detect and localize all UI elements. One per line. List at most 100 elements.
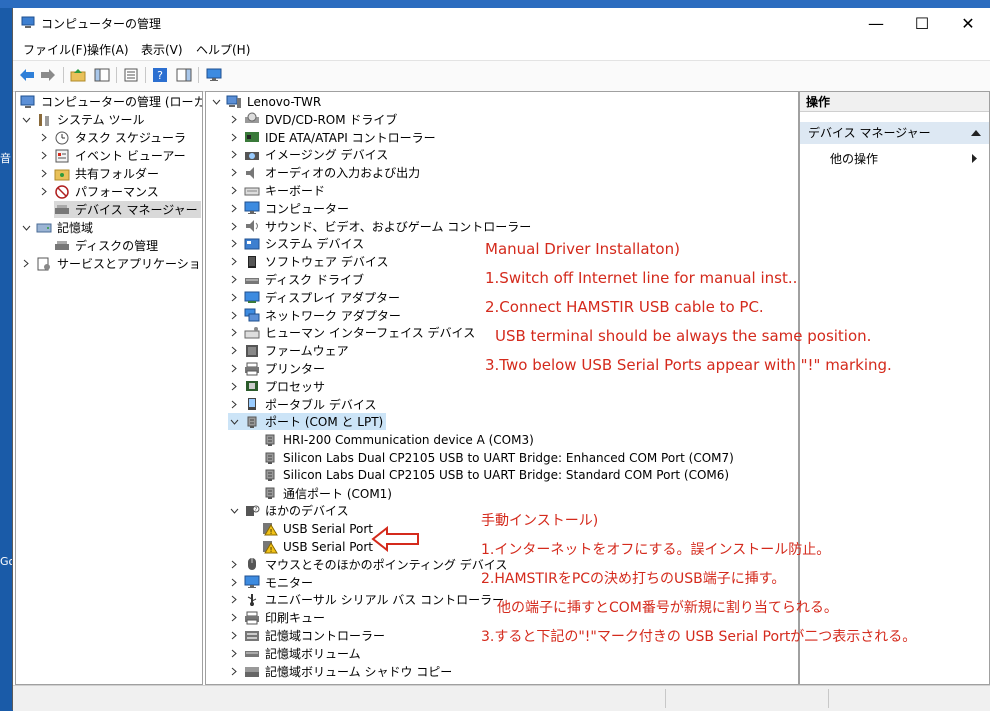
expand-chevron-icon[interactable] [228, 185, 240, 197]
device-tree-item[interactable]: イメージング デバイス [228, 146, 388, 163]
collapse-triangle-icon[interactable] [971, 130, 981, 136]
device-tree-item[interactable]: ! USB Serial Port [262, 538, 373, 555]
device-tree-item[interactable]: コンピューター [228, 200, 349, 217]
menu-action[interactable]: 操作(A) [87, 41, 129, 58]
menu-help[interactable]: ヘルプ(H) [196, 41, 250, 58]
expand-chevron-icon[interactable] [228, 291, 240, 303]
title-bar[interactable]: コンピューターの管理 — ☐ ✕ [13, 8, 990, 38]
device-tree-item[interactable]: ヒューマン インターフェイス デバイス [228, 324, 475, 341]
expand-chevron-icon[interactable] [228, 327, 240, 339]
device-tree-item[interactable]: DVD/CD-ROM ドライブ [228, 111, 397, 128]
expand-chevron-icon[interactable] [228, 363, 240, 375]
device-tree-item[interactable]: プロセッサ [228, 378, 325, 395]
submenu-arrow-icon[interactable] [972, 154, 977, 163]
expand-chevron-icon[interactable] [228, 647, 240, 659]
device-tree-item[interactable]: IDE ATA/ATAPI コントローラー [228, 129, 436, 146]
expand-chevron-icon[interactable] [38, 168, 50, 180]
device-tree-item[interactable]: 記憶域ボリューム シャドウ コピー [228, 663, 452, 680]
expand-chevron-icon[interactable] [228, 274, 240, 286]
device-tree-item[interactable]: 記憶域コントローラー [228, 627, 385, 644]
expand-chevron-icon[interactable] [228, 612, 240, 624]
action-pane-icon[interactable] [175, 66, 193, 84]
device-tree-item[interactable]: ! USB Serial Port [262, 520, 373, 537]
expand-chevron-icon[interactable] [228, 256, 240, 268]
help-icon[interactable]: ? [151, 66, 169, 84]
ide-controller-icon [245, 132, 259, 143]
device-tree-item[interactable]: 記憶域ボリューム [228, 645, 361, 662]
expand-chevron-icon[interactable] [38, 150, 50, 162]
tree-item-task-scheduler[interactable]: タスク スケジューラ [38, 129, 186, 146]
collapse-chevron-icon[interactable] [228, 505, 240, 517]
expand-chevron-icon[interactable] [38, 132, 50, 144]
expand-chevron-icon[interactable] [228, 238, 240, 250]
device-tree-item[interactable]: プリンター [228, 360, 325, 377]
maximize-button[interactable]: ☐ [899, 8, 945, 38]
collapse-chevron-icon[interactable] [20, 114, 32, 126]
tree-item-performance[interactable]: パフォーマンス [38, 183, 159, 200]
expand-chevron-icon[interactable] [228, 594, 240, 606]
expand-chevron-icon[interactable] [20, 258, 32, 270]
device-tree-label: 通信ポート (COM1) [283, 486, 392, 501]
device-tree-item[interactable]: ファームウェア [228, 342, 349, 359]
device-tree-item[interactable]: モニター [228, 574, 313, 591]
expand-chevron-icon[interactable] [228, 202, 240, 214]
expand-chevron-icon[interactable] [228, 665, 240, 677]
back-arrow-icon[interactable] [18, 66, 36, 84]
device-tree-item[interactable]: Silicon Labs Dual CP2105 USB to UART Bri… [262, 449, 734, 466]
collapse-chevron-icon[interactable] [228, 416, 240, 428]
monitor-icon[interactable] [205, 66, 223, 84]
device-tree-item[interactable]: HRI-200 Communication device A (COM3) [262, 431, 534, 448]
tree-item-computer-management[interactable]: コンピューターの管理 (ローカル) [20, 93, 202, 110]
tree-item-system-tools[interactable]: システム ツール [20, 111, 144, 128]
menu-file[interactable]: ファイル(F) [23, 41, 87, 58]
device-tree-item[interactable]: サウンド、ビデオ、およびゲーム コントローラー [228, 218, 531, 235]
show-hide-tree-icon[interactable] [93, 66, 111, 84]
device-tree-label: ネットワーク アダプター [265, 308, 401, 323]
device-tree-item[interactable]: ディスプレイ アダプター [228, 289, 400, 306]
expand-chevron-icon[interactable] [228, 220, 240, 232]
device-tree-item[interactable]: 印刷キュー [228, 609, 325, 626]
device-tree-item[interactable]: Lenovo-TWR [210, 93, 321, 110]
menu-view[interactable]: 表示(V) [141, 41, 183, 58]
tree-item-event-viewer[interactable]: イベント ビューアー [38, 147, 186, 164]
tree-item-storage[interactable]: 記憶域 [20, 219, 93, 236]
forward-arrow-icon[interactable] [39, 66, 57, 84]
close-button[interactable]: ✕ [945, 8, 990, 38]
expand-chevron-icon[interactable] [228, 380, 240, 392]
minimize-button[interactable]: — [853, 8, 899, 38]
tree-item-device-manager[interactable]: デバイス マネージャー [54, 201, 201, 218]
device-tree-item[interactable]: ディスク ドライブ [228, 271, 364, 288]
expand-chevron-icon[interactable] [228, 167, 240, 179]
device-tree-item[interactable]: マウスとそのほかのポインティング デバイス [228, 556, 507, 573]
device-tree-item[interactable]: ポータブル デバイス [228, 396, 376, 413]
expand-chevron-icon[interactable] [228, 398, 240, 410]
tree-item-shared-folders[interactable]: 共有フォルダー [38, 165, 159, 182]
properties-icon[interactable] [122, 66, 140, 84]
device-tree-item[interactable]: ユニバーサル シリアル バス コントローラー [228, 591, 504, 608]
expand-chevron-icon[interactable] [228, 149, 240, 161]
collapse-chevron-icon[interactable] [210, 96, 222, 108]
other-actions-item[interactable]: 他の操作 [830, 150, 878, 167]
device-tree-item[interactable]: システム デバイス [228, 235, 364, 252]
expand-chevron-icon[interactable] [228, 345, 240, 357]
device-tree-item[interactable]: ネットワーク アダプター [228, 307, 401, 324]
expand-chevron-icon[interactable] [228, 131, 240, 143]
tree-item-disk-management[interactable]: ディスクの管理 [54, 237, 158, 254]
device-tree-item[interactable]: キーボード [228, 182, 325, 199]
tree-item-services-apps[interactable]: サービスとアプリケーション [20, 255, 202, 272]
expand-chevron-icon[interactable] [228, 558, 240, 570]
expand-chevron-icon[interactable] [228, 309, 240, 321]
device-tree-item[interactable]: Silicon Labs Dual CP2105 USB to UART Bri… [262, 467, 729, 484]
expand-chevron-icon[interactable] [228, 113, 240, 125]
device-tree-item[interactable]: 通信ポート (COM1) [262, 485, 392, 502]
device-tree-item[interactable]: ? ほかのデバイス [228, 502, 349, 519]
expand-chevron-icon[interactable] [228, 630, 240, 642]
up-folder-icon[interactable] [69, 66, 87, 84]
collapse-chevron-icon[interactable] [20, 222, 32, 234]
device-tree-item[interactable]: ポート (COM と LPT) [228, 413, 387, 431]
expand-chevron-icon[interactable] [228, 576, 240, 588]
device-tree-item[interactable]: オーディオの入力および出力 [228, 164, 420, 181]
expand-chevron-icon[interactable] [38, 186, 50, 198]
device-tree-item[interactable]: ソフトウェア デバイス [228, 253, 388, 270]
actions-section-device-manager[interactable]: デバイス マネージャー [800, 122, 989, 144]
